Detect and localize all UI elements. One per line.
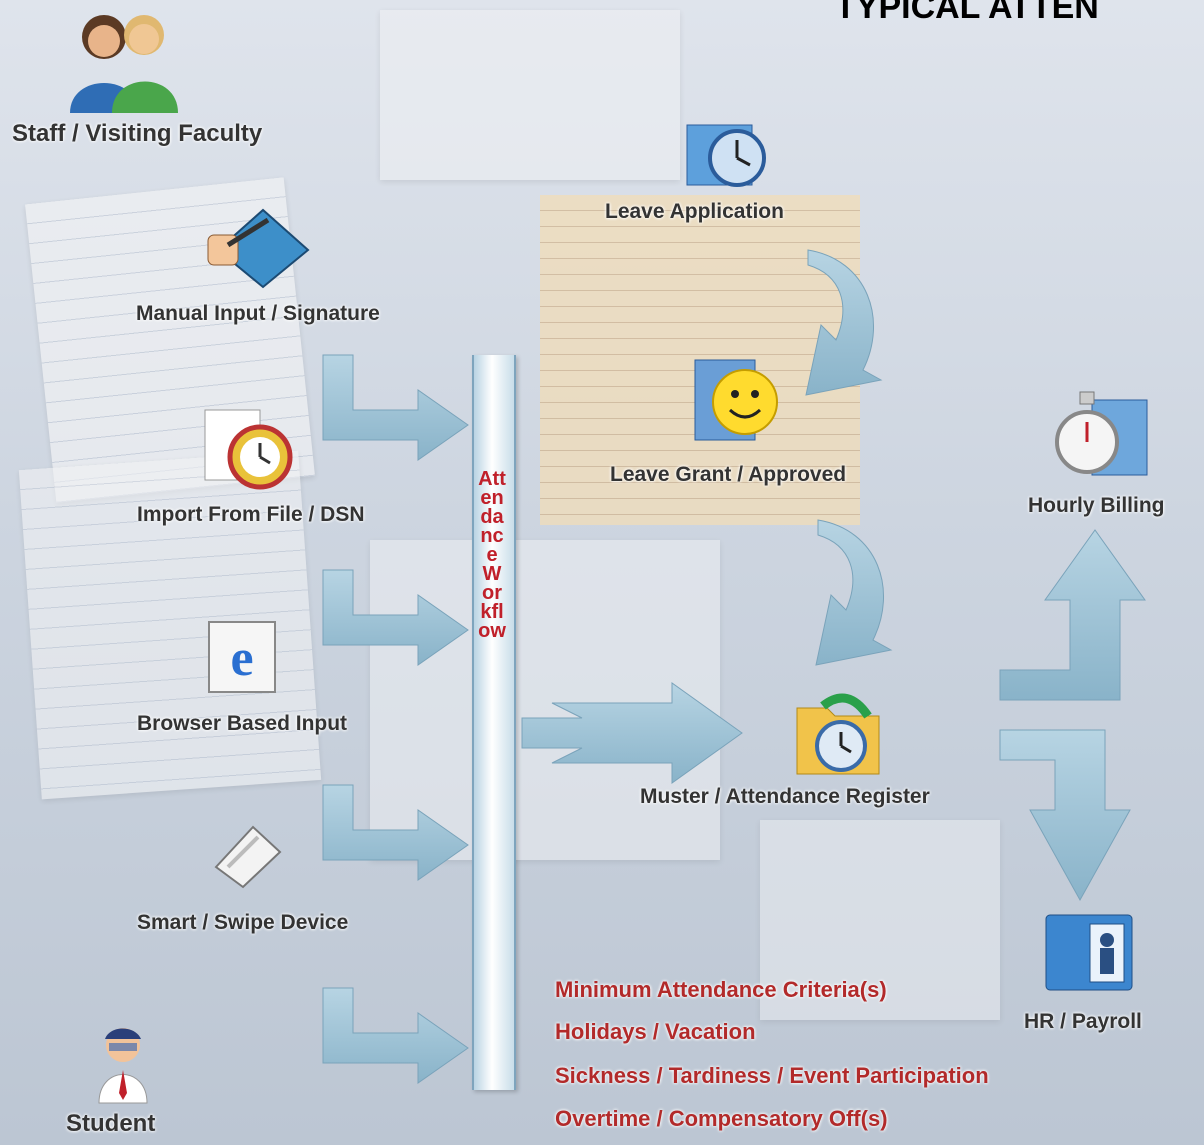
label-hourly-billing: Hourly Billing xyxy=(1028,494,1165,517)
arrow-student xyxy=(322,987,469,1084)
leave-clock-icon xyxy=(686,124,766,187)
label-browser: Browser Based Input xyxy=(137,712,348,735)
label-muster: Muster / Attendance Register xyxy=(640,785,930,808)
users-icon xyxy=(70,15,178,113)
arrow-leave-1 xyxy=(805,249,883,396)
label-leave-application: Leave Application xyxy=(605,200,784,223)
svg-text:e: e xyxy=(230,630,253,687)
stopwatch-icon xyxy=(1055,391,1148,476)
pen-signature-icon xyxy=(207,208,310,289)
muster-folder-icon xyxy=(796,693,880,775)
criteria-item: Holidays / Vacation xyxy=(555,1019,756,1044)
arrow-to-hourly xyxy=(999,529,1146,701)
browser-ie-icon: e xyxy=(208,621,276,693)
workflow-label: Attendance Workflow xyxy=(478,468,506,642)
payroll-folder-icon xyxy=(1045,914,1133,991)
student-icon xyxy=(98,1028,148,1104)
flow-arrows xyxy=(322,249,1146,1084)
criteria-item: Minimum Attendance Criteria(s) xyxy=(555,977,887,1002)
label-import: Import From File / DSN xyxy=(137,503,365,526)
swipe-device-icon xyxy=(214,825,282,889)
arrow-smart xyxy=(322,784,469,881)
arrow-to-muster xyxy=(521,682,743,784)
label-student: Student xyxy=(66,1110,156,1137)
arrow-import xyxy=(322,569,469,666)
label-manual-input: Manual Input / Signature xyxy=(136,302,380,325)
import-clock-icon xyxy=(204,409,293,490)
criteria-item: Overtime / Compensatory Off(s) xyxy=(555,1106,888,1131)
smiley-folder-icon xyxy=(694,359,778,441)
label-smart-device: Smart / Swipe Device xyxy=(137,911,349,934)
criteria-item: Sickness / Tardiness / Event Participati… xyxy=(555,1063,989,1088)
arrow-to-hr xyxy=(999,729,1131,902)
label-leave-grant: Leave Grant / Approved xyxy=(610,463,847,486)
label-hr-payroll: HR / Payroll xyxy=(1024,1010,1142,1033)
arrow-leave-2 xyxy=(815,519,893,666)
label-staff: Staff / Visiting Faculty xyxy=(12,120,263,147)
workflow-bar xyxy=(472,355,516,1090)
arrow-manual xyxy=(322,354,469,461)
